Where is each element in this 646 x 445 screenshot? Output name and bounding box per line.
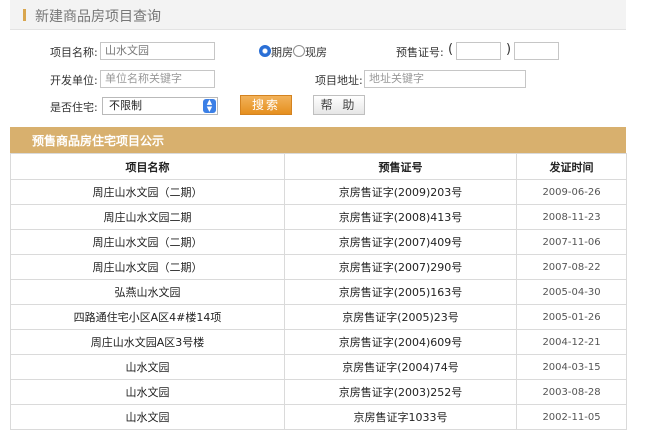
cell-project-name[interactable]: 周庄山水文园二期 <box>10 204 285 230</box>
project-name-input[interactable]: 山水文园 <box>100 42 215 60</box>
table-row: 周庄山水文园（二期） 京房售证字(2007)290号 2007-08-22 <box>10 254 627 280</box>
column-header-issue-date: 发证时间 <box>516 153 627 180</box>
cell-issue-date: 2007-11-06 <box>516 229 627 255</box>
page-title: 新建商品房项目查询 <box>35 9 161 25</box>
cell-project-name[interactable]: 周庄山水文园（二期） <box>10 179 285 205</box>
presale-no-part1-input[interactable] <box>456 42 501 60</box>
developer-label: 开发单位: <box>50 74 98 87</box>
cell-presale-no: 京房售证字(2003)252号 <box>284 379 517 405</box>
cell-project-name[interactable]: 弘燕山水文园 <box>10 279 285 305</box>
cell-project-name[interactable]: 周庄山水文园A区3号楼 <box>10 329 285 355</box>
cell-project-name[interactable]: 山水文园 <box>10 404 285 430</box>
section-header: 预售商品房住宅项目公示 <box>10 127 626 153</box>
cell-presale-no: 京房售证字(2007)290号 <box>284 254 517 280</box>
table-row: 山水文园 京房售证字(2003)252号 2003-08-28 <box>10 379 627 405</box>
radio-presale-label: 期房 <box>271 46 293 59</box>
cell-issue-date: 2002-11-05 <box>516 404 627 430</box>
cell-issue-date: 2005-01-26 <box>516 304 627 330</box>
cell-presale-no: 京房售证字(2007)409号 <box>284 229 517 255</box>
cell-presale-no: 京房售证字(2004)609号 <box>284 329 517 355</box>
developer-input[interactable]: 单位名称关键字 <box>100 70 215 88</box>
table-header-row: 项目名称 预售证号 发证时间 <box>10 153 627 180</box>
table-row: 四路通住宅小区A区4#楼14项 京房售证字(2005)23号 2005-01-2… <box>10 304 627 330</box>
table-row: 山水文园 京房售证字(2004)74号 2004-03-15 <box>10 354 627 380</box>
cell-presale-no: 京房售证字(2005)23号 <box>284 304 517 330</box>
residential-select-value: 不限制 <box>109 99 142 112</box>
cell-issue-date: 2004-12-21 <box>516 329 627 355</box>
search-button[interactable]: 搜索 <box>240 95 292 115</box>
project-name-label: 项目名称: <box>50 46 98 59</box>
select-arrows-icon: ▲ ▼ <box>203 99 216 113</box>
page-header: 新建商品房项目查询 <box>10 0 626 30</box>
help-button[interactable]: 帮 助 <box>313 95 365 115</box>
cell-presale-no: 京房售证字(2008)413号 <box>284 204 517 230</box>
cell-issue-date: 2003-08-28 <box>516 379 627 405</box>
cell-project-name[interactable]: 四路通住宅小区A区4#楼14项 <box>10 304 285 330</box>
cell-issue-date: 2008-11-23 <box>516 204 627 230</box>
title-accent-bar <box>23 9 26 21</box>
table-row: 山水文园 京房售证字1033号 2002-11-05 <box>10 404 627 430</box>
radio-completed-label: 现房 <box>305 46 327 59</box>
cell-issue-date: 2009-06-26 <box>516 179 627 205</box>
cell-presale-no: 京房售证字1033号 <box>284 404 517 430</box>
presale-no-label: 预售证号: <box>396 46 444 59</box>
cell-issue-date: 2007-08-22 <box>516 254 627 280</box>
results-table: 项目名称 预售证号 发证时间 周庄山水文园（二期） 京房售证字(2009)203… <box>10 153 627 430</box>
cell-presale-no: 京房售证字(2004)74号 <box>284 354 517 380</box>
cell-project-name[interactable]: 山水文园 <box>10 379 285 405</box>
residential-label: 是否住宅: <box>50 101 98 114</box>
search-form: 项目名称: 山水文园 期房 现房 预售证号: ( ) 开发单位: 单位名称关键字… <box>0 32 646 122</box>
table-row: 周庄山水文园A区3号楼 京房售证字(2004)609号 2004-12-21 <box>10 329 627 355</box>
cell-project-name[interactable]: 山水文园 <box>10 354 285 380</box>
table-row: 周庄山水文园二期 京房售证字(2008)413号 2008-11-23 <box>10 204 627 230</box>
presale-no-part2-input[interactable] <box>514 42 559 60</box>
section-title: 预售商品房住宅项目公示 <box>32 134 165 148</box>
table-row: 周庄山水文园（二期） 京房售证字(2009)203号 2009-06-26 <box>10 179 627 205</box>
cell-project-name[interactable]: 周庄山水文园（二期） <box>10 229 285 255</box>
residential-select[interactable]: 不限制 ▲ ▼ <box>102 97 218 115</box>
radio-completed[interactable] <box>293 45 305 57</box>
radio-presale[interactable] <box>259 45 271 57</box>
presale-close-paren: ) <box>506 42 512 57</box>
table-row: 弘燕山水文园 京房售证字(2005)163号 2005-04-30 <box>10 279 627 305</box>
cell-presale-no: 京房售证字(2005)163号 <box>284 279 517 305</box>
column-header-project-name: 项目名称 <box>10 153 285 180</box>
address-label: 项目地址: <box>315 74 363 87</box>
cell-presale-no: 京房售证字(2009)203号 <box>284 179 517 205</box>
presale-open-paren: ( <box>448 42 454 57</box>
table-row: 周庄山水文园（二期） 京房售证字(2007)409号 2007-11-06 <box>10 229 627 255</box>
cell-issue-date: 2005-04-30 <box>516 279 627 305</box>
column-header-presale-no: 预售证号 <box>284 153 517 180</box>
address-input[interactable]: 地址关键字 <box>364 70 526 88</box>
cell-project-name[interactable]: 周庄山水文园（二期） <box>10 254 285 280</box>
cell-issue-date: 2004-03-15 <box>516 354 627 380</box>
